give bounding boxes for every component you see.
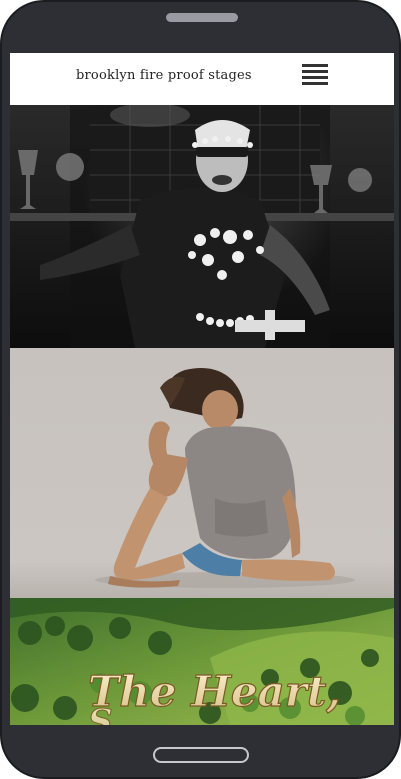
gallery-tile-2[interactable] bbox=[10, 348, 394, 598]
svg-text:S: S bbox=[88, 702, 113, 725]
tile-3-caption: The Heart, bbox=[88, 667, 341, 716]
gallery-image-3: The Heart, S bbox=[10, 598, 394, 725]
speaker-grille bbox=[166, 13, 238, 22]
gallery-image-1 bbox=[10, 105, 394, 348]
site-header: brooklyn fire proof stages bbox=[10, 53, 394, 105]
gallery-tile-3[interactable]: The Heart, S bbox=[10, 598, 394, 725]
home-button[interactable] bbox=[153, 747, 249, 763]
screen: brooklyn fire proof stages The Heart, S bbox=[10, 53, 394, 725]
gallery-tile-1[interactable] bbox=[10, 105, 394, 348]
phone-frame: brooklyn fire proof stages The Heart, S bbox=[0, 0, 401, 779]
gallery-image-2 bbox=[10, 348, 394, 598]
site-title[interactable]: brooklyn fire proof stages bbox=[76, 68, 252, 83]
menu-button[interactable] bbox=[302, 64, 328, 86]
